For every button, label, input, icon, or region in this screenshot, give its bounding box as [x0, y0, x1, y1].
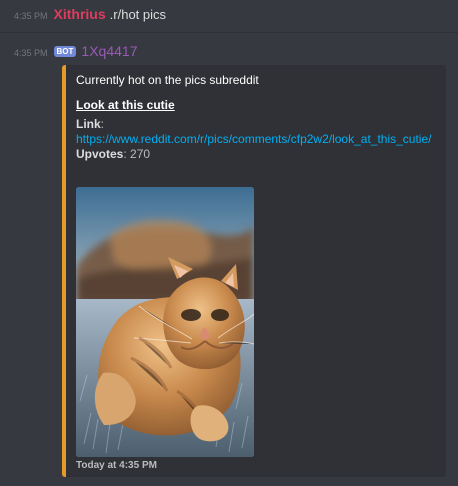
message-timestamp: 4:35 PM	[14, 11, 48, 21]
username-bot[interactable]: 1Xq4417	[81, 43, 137, 59]
embed-fields: Link: https://www.reddit.com/r/pics/comm…	[76, 117, 441, 162]
upvotes-count: 270	[130, 147, 151, 161]
reddit-post-link[interactable]: https://www.reddit.com/r/pics/comments/c…	[76, 132, 441, 147]
message-user: 4:35 PM Xithrius .r/hot pics	[14, 6, 166, 22]
embed-image[interactable]	[76, 187, 254, 457]
link-field-name: Link	[76, 117, 101, 131]
reddit-embed: Currently hot on the pics subreddit Look…	[62, 65, 446, 477]
kitten-photo	[76, 187, 254, 457]
message-timestamp: 4:35 PM	[14, 48, 48, 58]
embed-upvotes-field: Upvotes: 270	[76, 147, 151, 161]
embed-footer-timestamp: Today at 4:35 PM	[76, 460, 157, 471]
bot-tag-badge: BOT	[53, 46, 77, 57]
embed-link-field: Link:	[76, 117, 105, 131]
message-bot: 4:35 PM BOT 1Xq4417	[14, 43, 141, 59]
upvotes-field-name: Upvotes	[76, 147, 124, 161]
message-divider	[0, 32, 458, 33]
embed-title-link[interactable]: Look at this cutie	[76, 98, 175, 112]
embed-description: Currently hot on the pics subreddit	[76, 73, 259, 87]
chat-window: 4:35 PM Xithrius .r/hot pics 4:35 PM BOT…	[0, 0, 458, 486]
username-xithrius[interactable]: Xithrius	[54, 6, 106, 22]
message-text: .r/hot pics	[109, 7, 167, 22]
